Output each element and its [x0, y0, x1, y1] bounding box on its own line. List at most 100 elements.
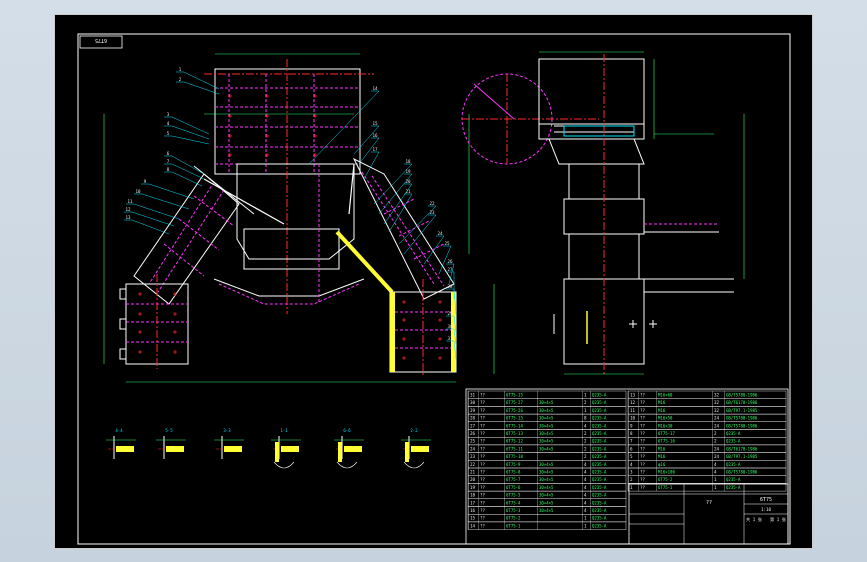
bom-cell: Q235-A	[592, 485, 607, 490]
balloon-number: 29	[447, 311, 453, 316]
drawing-code-tag: 6T75	[79, 35, 123, 49]
bom-cell: 30	[470, 400, 476, 405]
bom-cell: 3	[630, 470, 633, 475]
balloon-number: 28	[447, 284, 453, 289]
bom-cell: GB/T5780-1986	[726, 416, 758, 421]
section-1-1: 1-1	[271, 428, 301, 469]
drawing-canvas[interactable]: 6T75 1 2 3 4 5 6 7 8 9 10 11 12 13 14 15…	[54, 14, 813, 549]
bom-cell: GB/T97.1-1985	[726, 408, 758, 413]
bom-cell: 6T75-14	[506, 423, 523, 428]
bom-row: 17?? 6T75-4 30×4×5 4 Q235-A	[467, 498, 627, 507]
bom-row: 2?? 6T75-2 1 Q235-A	[627, 475, 787, 484]
balloon-number: 26	[447, 259, 453, 264]
bom-cell: 6T75-12	[506, 439, 523, 444]
bom-cell: Q235-A	[592, 516, 607, 521]
bom-cell: 1	[630, 485, 633, 490]
bom-cell: Q235-A	[592, 423, 607, 428]
bom-cell: 1	[714, 485, 717, 490]
bom-cell: 2	[584, 439, 587, 444]
bom-cell: 6T75-6	[506, 485, 521, 490]
balloon-number: 2	[179, 77, 182, 82]
bom-cell: ??	[480, 416, 486, 421]
balloon-number: 5	[167, 131, 170, 136]
section-4-4: 4-4	[106, 428, 136, 459]
bom-cell: Q235-A	[726, 431, 741, 436]
bom-row: 5?? M16 24 GB/T97.1-1985	[627, 452, 787, 461]
section-details: 4-4 5-5 3-3 1-1 6-6 2-2	[106, 428, 431, 469]
bom-cell: ??	[640, 462, 646, 467]
bom-cell: 8	[584, 416, 587, 421]
bom-cell: Q235-A	[592, 523, 607, 528]
drawing-code: 6T75	[95, 37, 107, 43]
bom-cell: Q235-A	[726, 485, 741, 490]
balloon-number: 25	[444, 241, 450, 246]
bom-cell: 2	[584, 400, 587, 405]
bom-cell: ??	[640, 423, 646, 428]
bom-row: 6?? M16 24 GB/T6170-1986	[627, 444, 787, 453]
balloon-14: 14	[308, 86, 380, 165]
bom-cell: 12	[630, 400, 636, 405]
bom-cell: 31	[470, 393, 476, 398]
bom-cell: 14	[470, 523, 476, 528]
balloon-number: 21	[405, 189, 411, 194]
balloon-11: 11	[126, 199, 180, 220]
bom-row: 22?? 6T75-9 30×4×5 4 Q235-A	[467, 460, 627, 469]
bom-cell: 30×4×5	[539, 431, 554, 436]
bom-cell: 4	[584, 508, 587, 513]
bill-of-materials: 31?? 6T75-15 1 Q235-A30?? 6T75-27 30×4×5 2 Q235…	[465, 388, 789, 545]
bom-cell: Q235-A	[592, 439, 607, 444]
title-scale: 1:10	[761, 507, 772, 512]
bom-row: 26?? 6T75-13 30×4×5 2 Q235-A	[467, 429, 627, 438]
bom-row: 12?? M16 32 GB/T6170-1986	[627, 398, 787, 407]
bom-cell: ??	[480, 470, 486, 475]
bom-cell: Q235-A	[726, 477, 741, 482]
section-6-6: 6-6	[334, 428, 364, 469]
balloon-number: 22	[429, 201, 435, 206]
bom-cell: ??	[640, 439, 646, 444]
bom-cell: 24	[714, 423, 720, 428]
bom-cell: 6T75-7	[506, 477, 521, 482]
bom-cell: 2	[584, 454, 587, 459]
bom-cell: Q235-A	[592, 493, 607, 498]
bom-row: 24?? 6T75-11 30×4×5 2 Q235-A	[467, 444, 627, 453]
bom-cell: ??	[480, 485, 486, 490]
balloon-number: 19	[405, 169, 411, 174]
side-view	[461, 51, 745, 375]
bom-cell: M16	[658, 454, 666, 459]
bom-cell: 4	[584, 477, 587, 482]
bom-cell: ??	[640, 400, 646, 405]
bom-cell: Q235-A	[592, 393, 607, 398]
bom-cell: ??	[480, 477, 486, 482]
bom-cell: 19	[470, 485, 476, 490]
balloon-number: 17	[372, 147, 378, 152]
balloon-number: 15	[372, 121, 378, 126]
balloon-12: 12	[124, 207, 175, 227]
bom-cell: 6T75-10	[506, 454, 523, 459]
bom-cell: 20	[470, 477, 476, 482]
balloon-number: 1	[179, 67, 182, 72]
bom-row: 1?? 6T75-1 1 Q235-A	[627, 483, 787, 492]
bom-cell: 24	[714, 454, 720, 459]
section-label: 1-1	[280, 428, 288, 433]
bom-cell: ??	[480, 493, 486, 498]
bom-cell: 1	[714, 477, 717, 482]
bom-cell: ??	[640, 408, 646, 413]
bom-cell: 30×4×5	[539, 439, 554, 444]
bom-cell: M16	[658, 446, 666, 451]
bom-cell: 6T75-27	[506, 400, 523, 405]
bom-cell: 23	[470, 454, 476, 459]
bom-row: 7?? 6T75-16 2 Q235-A	[627, 437, 787, 446]
bom-cell: ??	[480, 462, 486, 467]
bom-cell: 10	[630, 416, 636, 421]
bom-cell: 15	[470, 516, 476, 521]
drawing-svg: 6T75 12345678910111213141516171819202122…	[54, 14, 813, 549]
bom-cell: ??	[480, 439, 486, 444]
bom-cell: 24	[470, 446, 476, 451]
balloon-13: 13	[124, 215, 170, 235]
bom-row: 29?? 6T75-26 30×4×5 1 Q235-A	[467, 406, 627, 415]
bom-cell: 30×4×5	[539, 446, 554, 451]
bom-cell: 2	[584, 431, 587, 436]
bom-cell: 21	[470, 470, 476, 475]
bom-cell: ??	[480, 431, 486, 436]
balloon-number: 10	[135, 189, 141, 194]
